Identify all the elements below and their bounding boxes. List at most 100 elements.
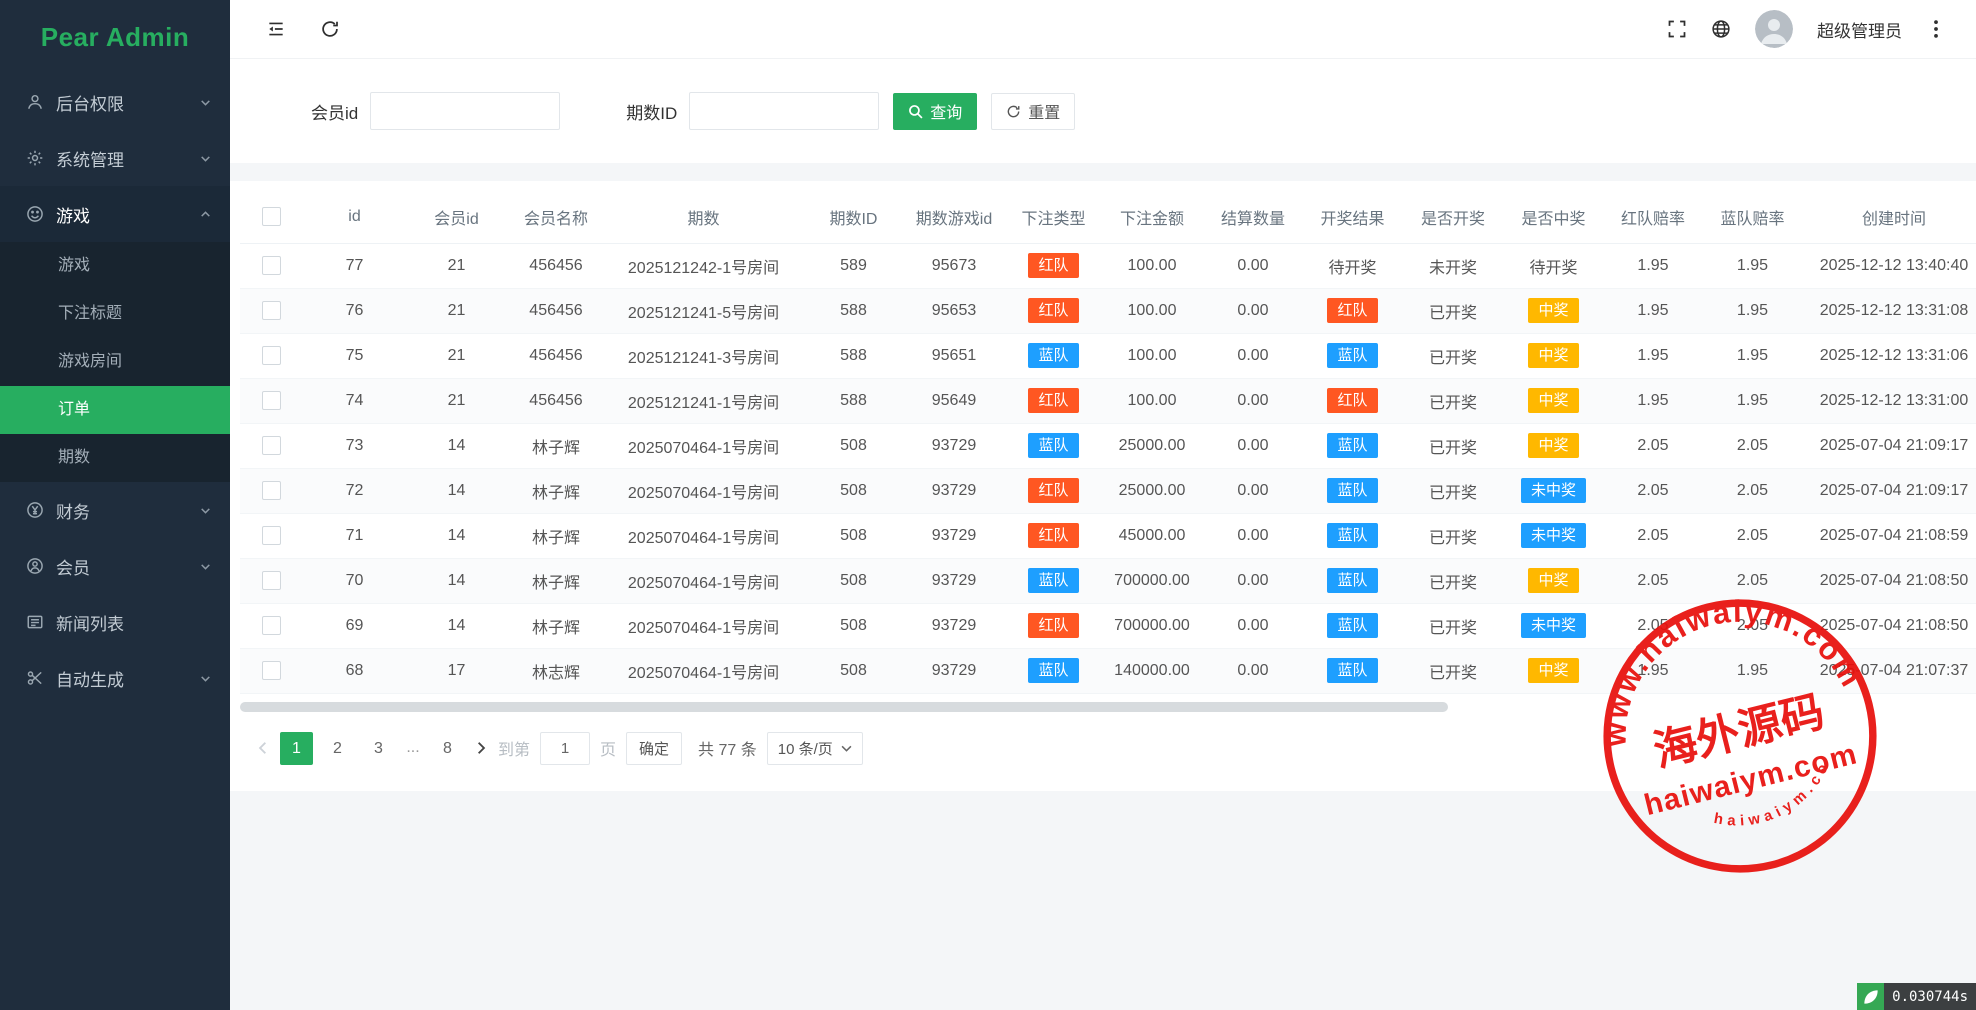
cell-bet-type: 蓝队 xyxy=(1003,558,1104,603)
row-checkbox[interactable] xyxy=(262,391,281,410)
table-row: 75214564562025121241-3号房间58895651蓝队100.0… xyxy=(240,333,1976,378)
row-checkbox[interactable] xyxy=(262,616,281,635)
chevron-down-icon xyxy=(199,96,212,109)
sidebar-item-member[interactable]: 会员 xyxy=(0,538,230,594)
row-checkbox[interactable] xyxy=(262,301,281,320)
prev-page-icon[interactable] xyxy=(256,741,270,755)
cell-member-id: 21 xyxy=(406,243,507,288)
sidebar-subitem-order[interactable]: 订单 xyxy=(0,386,230,434)
status-badge: 中奖 xyxy=(1528,298,1578,323)
period-id-input[interactable] xyxy=(689,92,879,130)
member-icon xyxy=(26,557,44,575)
column-header: 期数 xyxy=(605,191,802,243)
row-checkbox[interactable] xyxy=(262,661,281,680)
chevron-down-icon xyxy=(841,745,852,752)
page-button-1[interactable]: 1 xyxy=(280,732,313,765)
sidebar-item-finance[interactable]: 财务 xyxy=(0,482,230,538)
cell-member-name: 林子辉 xyxy=(507,423,605,468)
sidebar-item-auto[interactable]: 自动生成 xyxy=(0,650,230,706)
row-checkbox[interactable] xyxy=(262,256,281,275)
status-badge: 蓝队 xyxy=(1327,613,1377,638)
sidebar-item-label: 游戏 xyxy=(56,202,199,227)
current-user-name[interactable]: 超级管理员 xyxy=(1817,17,1902,42)
more-dots-icon[interactable] xyxy=(1926,19,1946,39)
cell-result: 蓝队 xyxy=(1306,513,1399,558)
page-button-3[interactable]: 3 xyxy=(362,732,395,765)
page-button-2[interactable]: 2 xyxy=(321,732,354,765)
cell-created-at: 2025-12-12 13:40:40 xyxy=(1799,243,1976,288)
row-checkbox[interactable] xyxy=(262,571,281,590)
avatar[interactable] xyxy=(1755,10,1793,48)
goto-confirm-button[interactable]: 确定 xyxy=(626,732,682,765)
select-all-checkbox[interactable] xyxy=(262,207,281,226)
status-badge: 红队 xyxy=(1028,388,1078,413)
status-badge: 红队 xyxy=(1028,478,1078,503)
gear-icon xyxy=(26,149,44,167)
fullscreen-icon[interactable] xyxy=(1667,19,1687,39)
table-row: 74214564562025121241-1号房间58895649红队100.0… xyxy=(240,378,1976,423)
cell-result: 蓝队 xyxy=(1306,468,1399,513)
app-logo: Pear Admin xyxy=(0,0,230,74)
row-checkbox[interactable] xyxy=(262,346,281,365)
column-header: 会员id xyxy=(406,191,507,243)
chevron-down-icon xyxy=(199,152,212,165)
sidebar-item-permission[interactable]: 后台权限 xyxy=(0,74,230,130)
table-row: 6817林志辉2025070464-1号房间50893729蓝队140000.0… xyxy=(240,648,1976,693)
cell-period-game-id: 93729 xyxy=(905,558,1003,603)
cell-red-odds: 2.05 xyxy=(1600,468,1706,513)
row-checkbox[interactable] xyxy=(262,526,281,545)
row-checkbox[interactable] xyxy=(262,436,281,455)
status-badge: 中奖 xyxy=(1528,568,1578,593)
cell-bet-type: 红队 xyxy=(1003,513,1104,558)
cell-period-id: 588 xyxy=(802,333,905,378)
auto-icon xyxy=(26,669,44,687)
cell-settle-qty: 0.00 xyxy=(1200,468,1306,513)
scrollbar-thumb[interactable] xyxy=(240,702,1448,712)
collapse-sidebar-icon[interactable] xyxy=(266,19,286,39)
search-button[interactable]: 查询 xyxy=(893,93,977,130)
cell-draw-status: 已开奖 xyxy=(1399,288,1507,333)
member-id-input[interactable] xyxy=(370,92,560,130)
page-button-8[interactable]: 8 xyxy=(431,732,464,765)
status-badge: 蓝队 xyxy=(1028,433,1078,458)
horizontal-scrollbar[interactable] xyxy=(240,702,1966,712)
sidebar-subitem-period[interactable]: 期数 xyxy=(0,434,230,482)
column-header: 会员名称 xyxy=(507,191,605,243)
sidebar-item-news[interactable]: 新闻列表 xyxy=(0,594,230,650)
cell-created-at: 2025-07-04 21:08:50 xyxy=(1799,603,1976,648)
cell-bet-type: 红队 xyxy=(1003,468,1104,513)
sidebar-item-game[interactable]: 游戏 xyxy=(0,186,230,242)
next-page-icon[interactable] xyxy=(474,741,488,755)
cell-member-id: 21 xyxy=(406,378,507,423)
page-size-select[interactable]: 10 条/页 xyxy=(767,732,863,765)
cell-id: 71 xyxy=(303,513,406,558)
cell-win-status: 中奖 xyxy=(1507,288,1600,333)
cell-result: 蓝队 xyxy=(1306,603,1399,648)
cell-period: 2025070464-1号房间 xyxy=(605,423,802,468)
cell-member-name: 林子辉 xyxy=(507,603,605,648)
status-badge: 未中奖 xyxy=(1521,478,1586,503)
sidebar-item-system[interactable]: 系统管理 xyxy=(0,130,230,186)
cell-blue-odds: 2.05 xyxy=(1706,513,1799,558)
cell-win-status: 中奖 xyxy=(1507,378,1600,423)
row-checkbox[interactable] xyxy=(262,481,281,500)
cell-bet-amount: 140000.00 xyxy=(1104,648,1200,693)
status-text: 待开奖 xyxy=(1328,260,1376,277)
cell-win-status: 未中奖 xyxy=(1507,468,1600,513)
sidebar-subitem-game[interactable]: 游戏 xyxy=(0,242,230,290)
cell-result: 红队 xyxy=(1306,378,1399,423)
cell-member-name: 林子辉 xyxy=(507,468,605,513)
table-row: 7014林子辉2025070464-1号房间50893729蓝队700000.0… xyxy=(240,558,1976,603)
goto-page-input[interactable] xyxy=(540,732,590,765)
cell-settle-qty: 0.00 xyxy=(1200,243,1306,288)
cell-result: 待开奖 xyxy=(1306,243,1399,288)
sidebar-subitem-bet-title[interactable]: 下注标题 xyxy=(0,290,230,338)
reset-button[interactable]: 重置 xyxy=(991,93,1075,130)
language-globe-icon[interactable] xyxy=(1711,19,1731,39)
cell-period-game-id: 95673 xyxy=(905,243,1003,288)
cell-settle-qty: 0.00 xyxy=(1200,333,1306,378)
table-row: 7114林子辉2025070464-1号房间50893729红队45000.00… xyxy=(240,513,1976,558)
sidebar-subitem-game-room[interactable]: 游戏房间 xyxy=(0,338,230,386)
refresh-icon[interactable] xyxy=(320,19,340,39)
cell-created-at: 2025-12-12 13:31:08 xyxy=(1799,288,1976,333)
